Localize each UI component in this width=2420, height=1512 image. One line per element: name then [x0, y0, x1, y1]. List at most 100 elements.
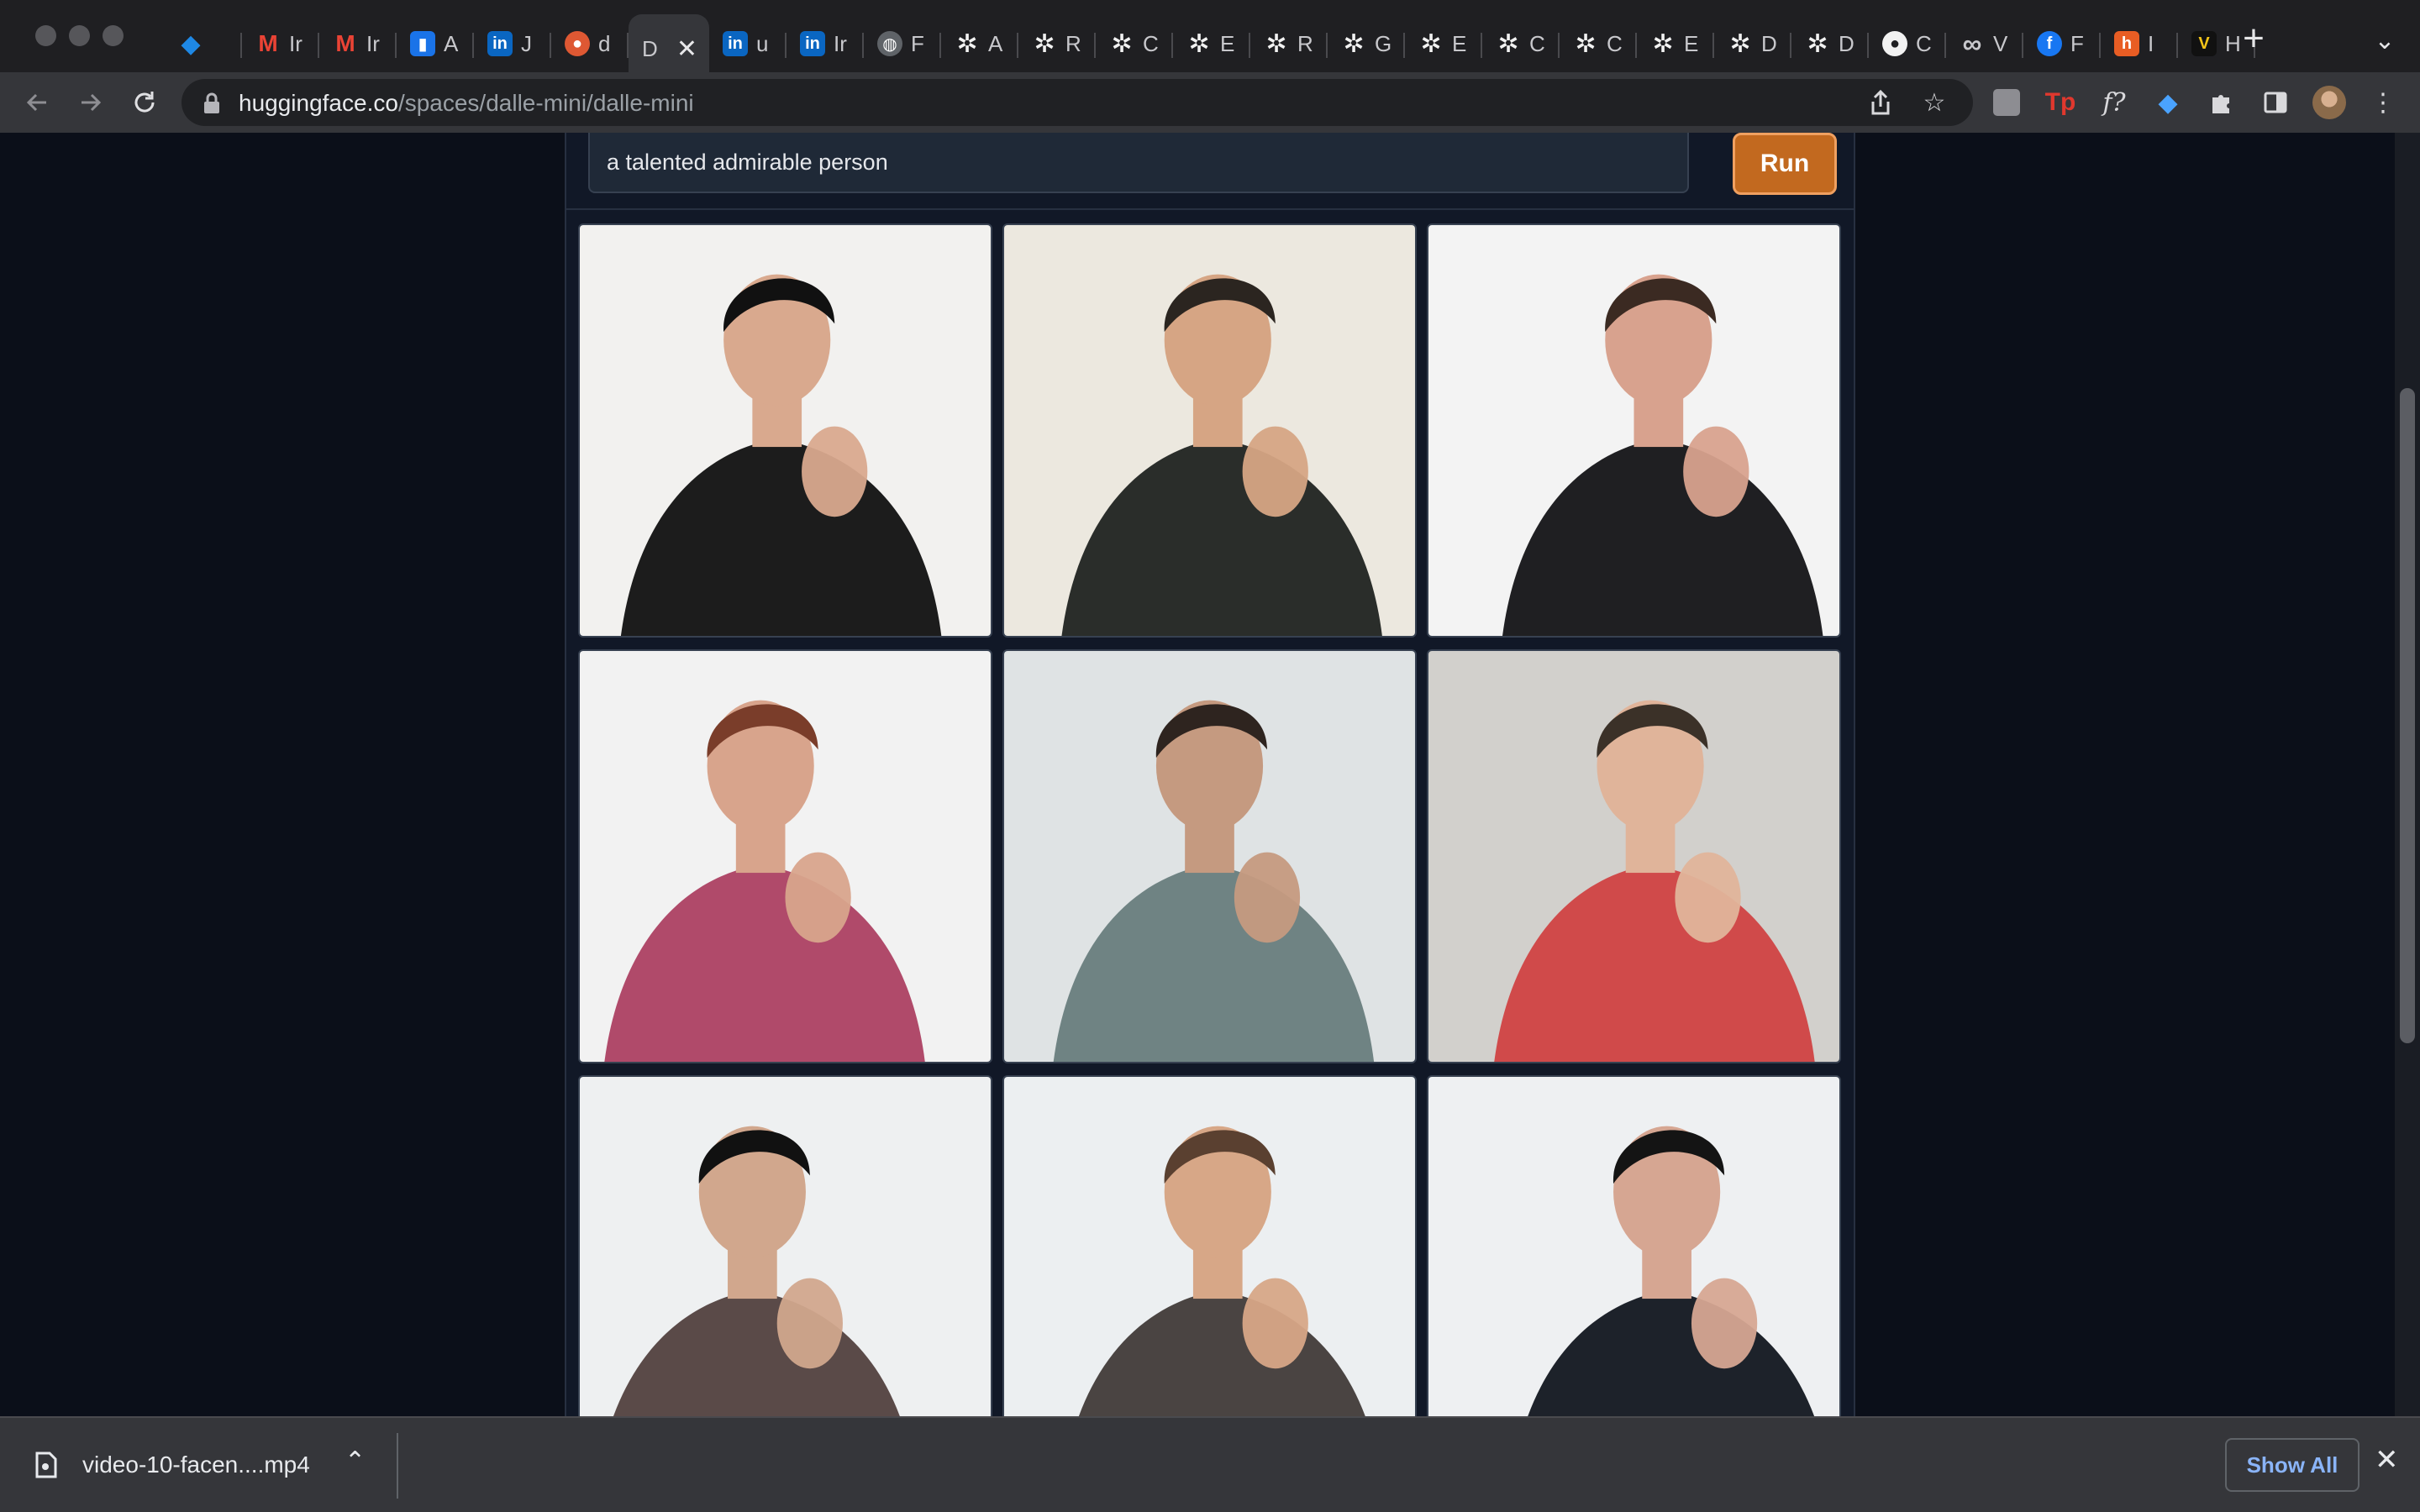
tab[interactable]: D [1714, 14, 1791, 73]
tab[interactable]: ▮ A [397, 14, 474, 73]
share-icon[interactable] [1864, 86, 1897, 119]
back-arrow-icon [26, 93, 46, 112]
openai-icon [1109, 31, 1134, 56]
reload-button[interactable] [124, 82, 165, 123]
tab[interactable]: ∞ V [1946, 14, 2023, 73]
download-item[interactable]: video-10-facen....mp4 ⌃ [0, 1418, 397, 1512]
openai-icon [1032, 31, 1057, 56]
result-image-5[interactable] [1002, 649, 1417, 1063]
result-image-2[interactable] [1002, 223, 1417, 638]
browser-menu-icon[interactable]: ⋮ [2365, 84, 2402, 121]
tab[interactable]: hI [2101, 14, 2178, 73]
result-image-7[interactable] [578, 1075, 992, 1416]
tab-title: Ir [289, 30, 302, 56]
github-icon: ● [1882, 31, 1907, 56]
extension-gem-icon[interactable]: ◆ [2149, 84, 2186, 121]
close-icon[interactable]: ✕ [2375, 1443, 2399, 1477]
page-scrollbar[interactable] [2395, 133, 2420, 1416]
tab[interactable]: D [1791, 14, 1869, 73]
tab[interactable]: M Ir [319, 14, 397, 73]
prompt-input[interactable] [588, 133, 1689, 193]
openai-icon [955, 31, 980, 56]
tab-title: C [1916, 30, 1932, 56]
tab-title: d [598, 30, 611, 56]
run-button[interactable]: Run [1733, 133, 1837, 195]
tab[interactable]: in J [474, 14, 551, 73]
tab-title: Ir [366, 30, 380, 56]
bookmark-star-icon[interactable]: ☆ [1918, 86, 1951, 119]
show-all-button[interactable]: Show All [2225, 1438, 2360, 1492]
close-tab-icon[interactable]: ✕ [676, 34, 697, 64]
tab-title: R [1297, 30, 1313, 56]
tab-search-chevron-icon[interactable]: ⌄ [2368, 24, 2402, 57]
back-button[interactable] [17, 82, 57, 123]
side-panel-icon[interactable] [2257, 84, 2294, 121]
close-window-button[interactable] [35, 25, 56, 46]
webpage: Run [0, 133, 2420, 1416]
result-image-4[interactable] [578, 649, 992, 1063]
chevron-up-icon[interactable]: ⌃ [345, 1446, 366, 1476]
tab-title: I [2148, 30, 2154, 56]
tab[interactable]: ◍ F [864, 14, 941, 73]
result-image-1[interactable] [578, 223, 992, 638]
result-image-9[interactable] [1427, 1075, 1841, 1416]
tab-title: A [988, 30, 1003, 56]
dalle-mini-app: Run [565, 133, 1855, 1416]
tab[interactable]: E [1173, 14, 1250, 73]
address-bar[interactable]: huggingface.co/spaces/dalle-mini/dalle-m… [182, 79, 1973, 126]
tab[interactable]: C [1482, 14, 1560, 73]
tab[interactable]: ◆ [165, 14, 242, 73]
tab[interactable]: E [1637, 14, 1714, 73]
tab-title: C [1607, 30, 1623, 56]
extension-function-icon[interactable]: f? [2096, 84, 2133, 121]
tab-title: F [2070, 30, 2084, 56]
tab[interactable]: C [1096, 14, 1173, 73]
tab[interactable]: R [1250, 14, 1328, 73]
tab[interactable]: fF [2023, 14, 2101, 73]
tab[interactable]: M Ir [242, 14, 319, 73]
lock-icon[interactable] [202, 92, 222, 114]
new-tab-button[interactable]: + [2235, 18, 2272, 59]
generated-portrait-image [580, 1077, 991, 1416]
tab[interactable]: A [941, 14, 1018, 73]
url-text[interactable]: huggingface.co/spaces/dalle-mini/dalle-m… [239, 90, 694, 117]
tab-title: D [642, 35, 658, 61]
openai-icon [1264, 31, 1289, 56]
extension-gray-icon[interactable] [1988, 84, 2025, 121]
tab[interactable]: R [1018, 14, 1096, 73]
extensions-puzzle-icon[interactable] [2203, 84, 2240, 121]
reload-icon [134, 92, 155, 113]
tab[interactable]: in Ir [786, 14, 864, 73]
scrollbar-thumb[interactable] [2400, 388, 2415, 1043]
url-path: /spaces/dalle-mini/dalle-mini [397, 90, 694, 116]
openai-icon [1496, 31, 1521, 56]
tab-list: ◆MIrMIr▮AinJ●dD✕inuinIr◍FARCERGECCEDD●C∞… [165, 12, 2255, 83]
maximize-window-button[interactable] [103, 25, 124, 46]
openai-icon [1186, 31, 1212, 56]
tab[interactable]: ● d [551, 14, 629, 73]
tab[interactable]: G [1328, 14, 1405, 73]
download-file-name: video-10-facen....mp4 [82, 1452, 310, 1478]
facebook-icon: f [2037, 31, 2062, 56]
result-image-3[interactable] [1427, 223, 1841, 638]
profile-avatar[interactable] [2311, 84, 2348, 121]
tab[interactable]: C [1560, 14, 1637, 73]
prompt-row: Run [566, 133, 1854, 210]
tab-title: E [1452, 30, 1467, 56]
tab-title: A [444, 30, 459, 56]
forward-arrow-icon [82, 93, 102, 112]
minimize-window-button[interactable] [69, 25, 90, 46]
result-image-8[interactable] [1002, 1075, 1417, 1416]
extension-tp-icon[interactable]: Tp [2042, 84, 2079, 121]
generated-portrait-image [1004, 225, 1415, 636]
tab[interactable]: ● C [1869, 14, 1946, 73]
tab[interactable]: E [1405, 14, 1482, 73]
openai-icon [1728, 31, 1753, 56]
result-image-6[interactable] [1427, 649, 1841, 1063]
openai-icon [1650, 31, 1676, 56]
generated-portrait-image [580, 651, 991, 1062]
tab[interactable]: in u [709, 14, 786, 73]
forward-button[interactable] [71, 82, 111, 123]
tab-title: D [1761, 30, 1777, 56]
tab-title: R [1065, 30, 1081, 56]
